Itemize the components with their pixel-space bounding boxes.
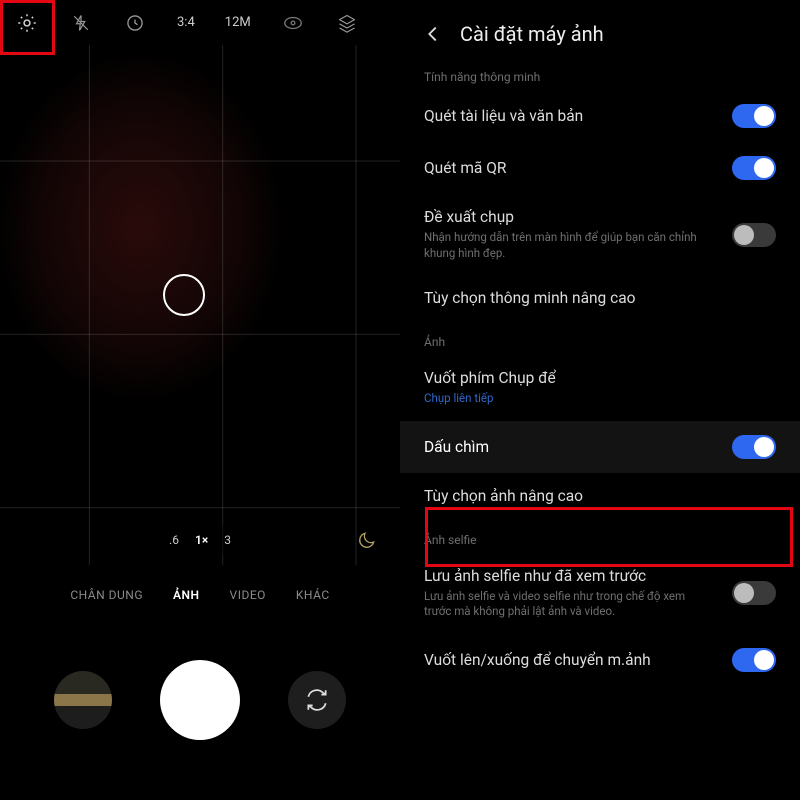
toggle-shot-suggestions[interactable]: [732, 223, 776, 247]
row-title: Quét mã QR: [424, 159, 506, 177]
toggle-watermark[interactable]: [732, 435, 776, 459]
row-subtitle: Nhận hướng dẫn trên màn hình để giúp bạn…: [424, 230, 704, 261]
row-title: Dấu chìm: [424, 438, 489, 456]
switch-camera-button[interactable]: [288, 671, 346, 729]
section-label-selfie: Ảnh selfie: [400, 519, 800, 553]
night-mode-icon[interactable]: [356, 529, 378, 551]
row-title: Vuốt phím Chụp để: [424, 369, 556, 387]
mode-tab-photo[interactable]: ẢNH: [173, 588, 200, 602]
flash-icon[interactable]: [69, 11, 93, 35]
row-title: Lưu ảnh selfie như đã xem trước: [424, 567, 704, 585]
settings-header: Cài đặt máy ảnh: [400, 0, 800, 56]
row-title: Vuốt lên/xuống để chuyển m.ảnh: [424, 651, 651, 669]
mode-tab-portrait[interactable]: CHÂN DUNG: [70, 588, 143, 602]
settings-gear-icon[interactable]: [15, 11, 39, 35]
camera-app: 3:4 12M .6 1× 3 CHÂN DUNG ẢNH VIDEO KHÁC: [0, 0, 400, 800]
camera-top-bar: 3:4 12M: [0, 0, 400, 45]
focus-indicator-icon: [163, 274, 205, 316]
section-label-smart: Tính năng thông minh: [400, 56, 800, 90]
row-shot-suggestions[interactable]: Đề xuất chụp Nhận hướng dẫn trên màn hìn…: [400, 194, 800, 275]
motion-icon[interactable]: [281, 11, 305, 35]
shutter-row: [0, 625, 400, 775]
mode-tab-video[interactable]: VIDEO: [230, 588, 266, 602]
gallery-thumbnail[interactable]: [54, 671, 112, 729]
shutter-button[interactable]: [160, 660, 240, 740]
toggle-swipe-switch-camera[interactable]: [732, 648, 776, 672]
row-title: Đề xuất chụp: [424, 208, 704, 226]
row-advanced-photo[interactable]: Tùy chọn ảnh nâng cao: [400, 473, 800, 519]
timer-icon[interactable]: [123, 11, 147, 35]
mode-tab-more[interactable]: KHÁC: [296, 588, 330, 602]
row-title: Tùy chọn ảnh nâng cao: [424, 487, 583, 505]
row-title: Quét tài liệu và văn bản: [424, 107, 583, 125]
row-subtitle: Lưu ảnh selfie và video selfie như trong…: [424, 589, 704, 620]
row-watermark[interactable]: Dấu chìm: [400, 421, 800, 473]
zoom-level[interactable]: .6: [169, 533, 179, 547]
section-label-photo: Ảnh: [400, 321, 800, 355]
row-title: Tùy chọn thông minh nâng cao: [424, 289, 636, 307]
zoom-selector[interactable]: .6 1× 3: [151, 525, 249, 555]
toggle-scan-documents[interactable]: [732, 104, 776, 128]
camera-viewfinder[interactable]: .6 1× 3: [0, 45, 400, 565]
row-scan-documents[interactable]: Quét tài liệu và văn bản: [400, 90, 800, 142]
row-subtitle: Chụp liên tiếp: [424, 391, 556, 407]
toggle-scan-qr[interactable]: [732, 156, 776, 180]
toggle-save-selfie-preview[interactable]: [732, 581, 776, 605]
back-icon[interactable]: [422, 23, 444, 45]
camera-mode-tabs[interactable]: CHÂN DUNG ẢNH VIDEO KHÁC: [0, 565, 400, 625]
megapixels[interactable]: 12M: [225, 15, 251, 30]
page-title: Cài đặt máy ảnh: [460, 22, 604, 46]
camera-settings-screen: Cài đặt máy ảnh Tính năng thông minh Qué…: [400, 0, 800, 800]
zoom-level[interactable]: 3: [224, 533, 231, 547]
zoom-level[interactable]: 1×: [195, 533, 208, 547]
aspect-ratio[interactable]: 3:4: [177, 15, 195, 30]
filters-icon[interactable]: [335, 11, 359, 35]
row-swipe-shutter[interactable]: Vuốt phím Chụp để Chụp liên tiếp: [400, 355, 800, 421]
row-swipe-switch-camera[interactable]: Vuốt lên/xuống để chuyển m.ảnh: [400, 634, 800, 686]
row-advanced-smart[interactable]: Tùy chọn thông minh nâng cao: [400, 275, 800, 321]
row-scan-qr[interactable]: Quét mã QR: [400, 142, 800, 194]
row-save-selfie-preview[interactable]: Lưu ảnh selfie như đã xem trước Lưu ảnh …: [400, 553, 800, 634]
